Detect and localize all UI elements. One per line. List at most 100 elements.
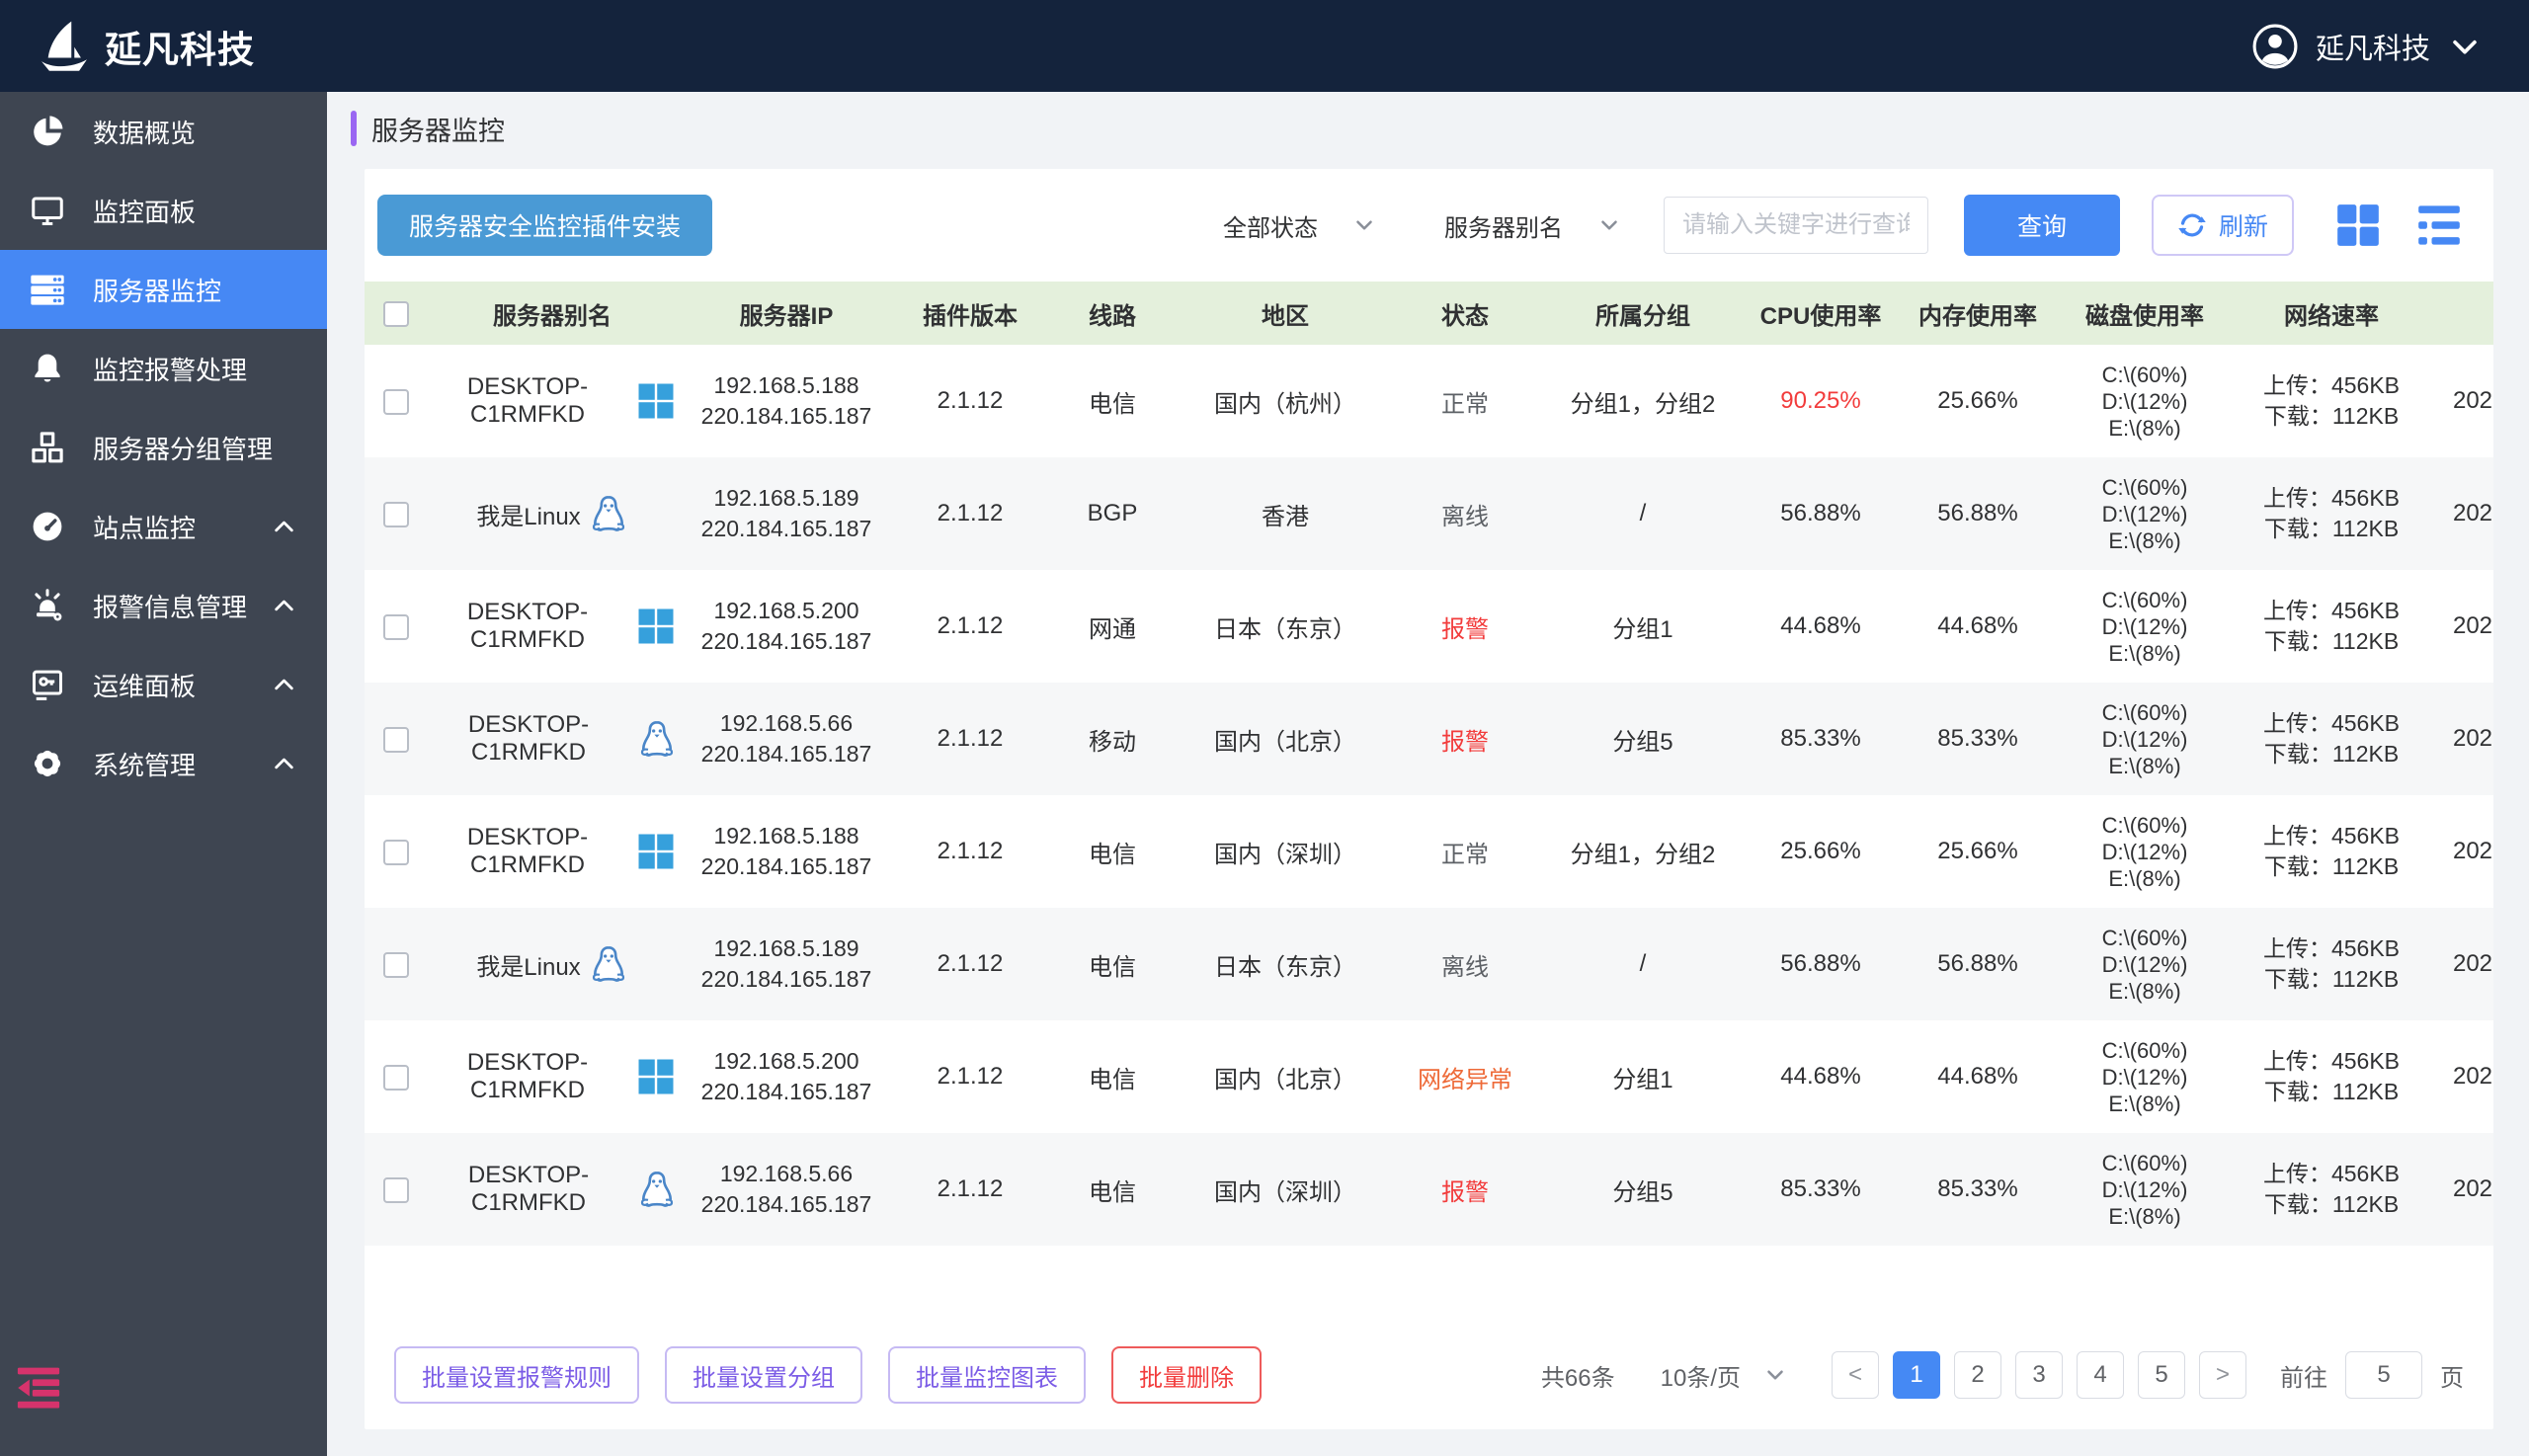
user-menu[interactable]: 延凡科技 xyxy=(2252,24,2482,69)
page-button-5[interactable]: 5 xyxy=(2138,1351,2185,1399)
page-size-select[interactable]: 10条/页 xyxy=(1661,1358,1788,1393)
list-view-icon[interactable] xyxy=(2414,201,2464,250)
cpu-usage-cell: 44.68% xyxy=(1780,1063,1861,1090)
plugin-version-cell: 2.1.12 xyxy=(937,725,1004,752)
plugin-version-cell: 2.1.12 xyxy=(937,500,1004,526)
server-ip-cell: 192.168.5.188 220.184.165.187 xyxy=(700,372,872,429)
network-rate-cell: 上传：456KB 下载：112KB xyxy=(2262,1048,2401,1104)
column-header-status: 状态 xyxy=(1441,302,1489,330)
sidebar-item-system-manage[interactable]: 系统管理 xyxy=(0,724,327,803)
search-input[interactable] xyxy=(1663,197,1928,254)
page-button-3[interactable]: 3 xyxy=(2015,1351,2063,1399)
page-button-4[interactable]: 4 xyxy=(2077,1351,2124,1399)
row-checkbox[interactable] xyxy=(383,613,409,640)
disk-usage-cell: C:\(60%) D:\(12%) E:\(8%) xyxy=(2101,1037,2188,1116)
server-name: DESKTOP-C1RMFKD xyxy=(467,1162,590,1216)
table-row: DESKTOP-C1RMFKD 192.168.5.188 220.184.165.… xyxy=(365,795,2493,908)
server-name: DESKTOP-C1RMFKD xyxy=(466,599,589,653)
sidebar-item-data-overview[interactable]: 数据概览 xyxy=(0,92,327,171)
sidebar-item-label: 监控面板 xyxy=(93,197,197,227)
clipped-date-cell: 202 xyxy=(2452,725,2493,752)
status-cell: 报警 xyxy=(1390,609,1540,644)
group-cell: 分组1，分组2 xyxy=(1570,841,1716,868)
gauge-icon xyxy=(26,505,69,548)
install-plugin-button[interactable]: 服务器安全监控插件安装 xyxy=(377,195,713,256)
row-checkbox[interactable] xyxy=(383,951,409,978)
status-cell: 离线 xyxy=(1390,497,1540,531)
server-name: DESKTOP-C1RMFKD xyxy=(466,824,589,878)
sidebar-item-site-monitor[interactable]: 站点监控 xyxy=(0,487,327,566)
refresh-button[interactable]: 刷新 xyxy=(2151,195,2294,256)
clipped-date-cell: 202 xyxy=(2452,1063,2493,1090)
sidebar: 数据概览监控面板服务器监控 监控报警处理 服务器分组管理 站点监控 报警信息管理 运维面板… xyxy=(0,92,327,1456)
linux-tux-icon xyxy=(589,944,628,984)
region-cell: 国内（深圳） xyxy=(1214,1178,1356,1206)
server-name: 我是Linux xyxy=(476,503,581,530)
select-all-checkbox[interactable] xyxy=(383,300,409,327)
windows-logo-icon xyxy=(635,831,677,872)
cpu-usage-cell: 56.88% xyxy=(1780,950,1861,977)
server-name-cell: DESKTOP-C1RMFKD xyxy=(428,711,677,767)
server-ip-cell: 192.168.5.200 220.184.165.187 xyxy=(700,598,872,654)
sidebar-item-alarm-handle[interactable]: 监控报警处理 xyxy=(0,329,327,408)
alarm-icon xyxy=(26,584,69,627)
row-checkbox[interactable] xyxy=(383,1176,409,1203)
page-button-1[interactable]: 1 xyxy=(1893,1351,1940,1399)
sidebar-item-monitor-panel[interactable]: 监控面板 xyxy=(0,171,327,250)
sidebar-item-ops-panel[interactable]: 运维面板 xyxy=(0,645,327,724)
main-area: 服务器监控 服务器安全监控插件安装 全部状态 服务器别名 查询 xyxy=(327,92,2529,1456)
field-filter-select[interactable]: 服务器别名 xyxy=(1444,208,1622,243)
grid-view-icon[interactable] xyxy=(2333,201,2383,250)
plugin-version-cell: 2.1.12 xyxy=(937,1063,1004,1090)
status-cell: 离线 xyxy=(1390,947,1540,982)
row-checkbox[interactable] xyxy=(383,501,409,527)
next-page-button[interactable]: > xyxy=(2199,1351,2246,1399)
bulk-action-button[interactable]: 批量监控图表 xyxy=(888,1346,1086,1404)
plugin-version-cell: 2.1.12 xyxy=(937,612,1004,639)
status-cell: 网络异常 xyxy=(1390,1060,1540,1094)
bulk-action-button[interactable]: 批量设置分组 xyxy=(665,1346,862,1404)
column-header-name: 服务器别名 xyxy=(493,302,612,330)
table-row: 我是Linux 192.168.5.189 220.184.165.187 2.1.1… xyxy=(365,457,2493,570)
disk-usage-cell: C:\(60%) D:\(12%) E:\(8%) xyxy=(2101,587,2188,666)
group-cell: 分组5 xyxy=(1612,728,1673,756)
search-button[interactable]: 查询 xyxy=(1963,195,2120,256)
page-button-2[interactable]: 2 xyxy=(1954,1351,2001,1399)
sidebar-item-server-monitor[interactable]: 服务器监控 xyxy=(0,250,327,329)
sidebar-item-server-group[interactable]: 服务器分组管理 xyxy=(0,408,327,487)
region-cell: 国内（北京） xyxy=(1214,728,1356,756)
bulk-delete-button[interactable]: 批量删除 xyxy=(1111,1346,1262,1404)
row-checkbox-cell xyxy=(365,1175,428,1203)
goto-page-input[interactable] xyxy=(2345,1351,2422,1399)
row-checkbox[interactable] xyxy=(383,726,409,753)
status-filter-select[interactable]: 全部状态 xyxy=(1223,208,1377,243)
table-header: 服务器别名 服务器IP 插件版本 线路 地区 状态 所属分组 CPU使用率 内存使用率 磁盘使用率… xyxy=(365,282,2493,345)
row-checkbox[interactable] xyxy=(383,388,409,415)
status-cell: 报警 xyxy=(1390,1173,1540,1207)
ops-icon xyxy=(26,663,69,706)
bulk-action-button[interactable]: 批量设置报警规则 xyxy=(394,1346,639,1404)
clipped-date-cell: 202 xyxy=(2452,387,2493,414)
sailboat-logo-icon xyxy=(36,18,93,75)
status-cell: 报警 xyxy=(1390,722,1540,757)
sidebar-item-alarm-info[interactable]: 报警信息管理 xyxy=(0,566,327,645)
brand-text: 延凡科技 xyxy=(105,29,255,70)
sidebar-item-label: 数据概览 xyxy=(93,118,197,148)
network-rate-cell: 上传：456KB 下载：112KB xyxy=(2262,372,2401,429)
prev-page-button[interactable]: < xyxy=(1832,1351,1879,1399)
row-checkbox[interactable] xyxy=(383,839,409,865)
disk-usage-cell: C:\(60%) D:\(12%) E:\(8%) xyxy=(2101,699,2188,778)
chevron-up-icon xyxy=(271,593,297,619)
line-cell: 移动 xyxy=(1089,728,1136,756)
server-ip-cell: 192.168.5.200 220.184.165.187 xyxy=(700,1048,872,1104)
clipped-date-cell: 202 xyxy=(2452,838,2493,864)
windows-logo-icon xyxy=(635,606,677,647)
cpu-usage-cell: 85.33% xyxy=(1780,725,1861,752)
status-badge: 报警 xyxy=(1441,615,1489,643)
status-cell: 正常 xyxy=(1390,384,1540,419)
linux-tux-icon xyxy=(637,1170,677,1209)
collapse-sidebar-icon[interactable] xyxy=(14,1365,63,1409)
group-cell: 分组1 xyxy=(1612,1066,1673,1093)
plugin-version-cell: 2.1.12 xyxy=(937,1175,1004,1202)
row-checkbox[interactable] xyxy=(383,1064,409,1091)
